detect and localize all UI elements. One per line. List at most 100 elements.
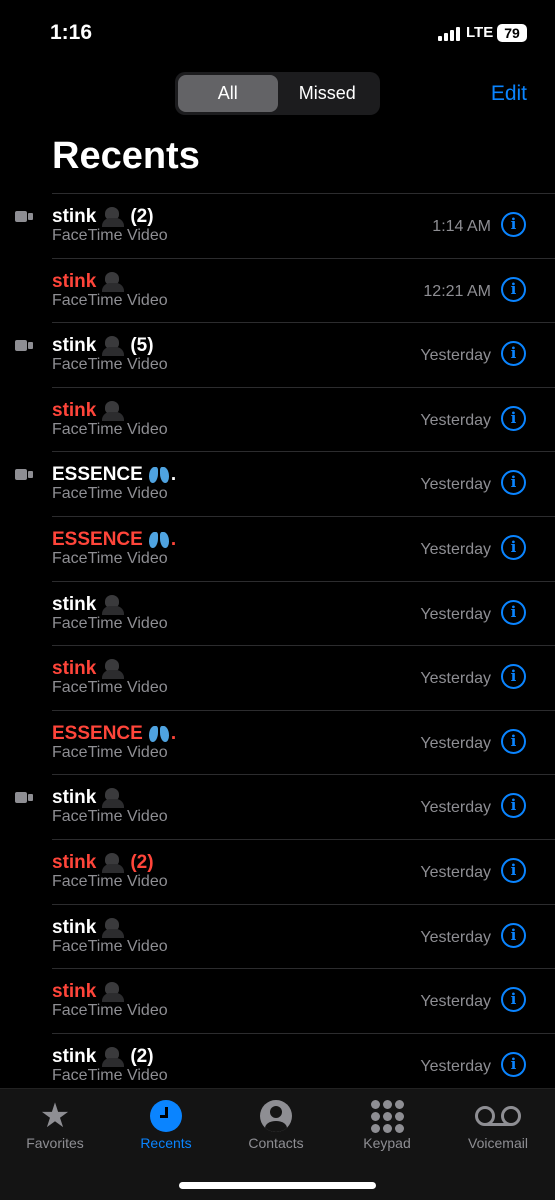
- info-icon[interactable]: i: [501, 793, 526, 819]
- call-time: Yesterday: [420, 670, 491, 688]
- call-row[interactable]: ESSENCE. FaceTime Video Yesterday i: [15, 451, 555, 516]
- call-type: FaceTime Video: [52, 227, 168, 244]
- edit-button[interactable]: Edit: [491, 82, 527, 106]
- star-icon: ★: [39, 1097, 71, 1135]
- call-time: Yesterday: [420, 540, 491, 558]
- call-row[interactable]: stink FaceTime Video Yesterday i: [52, 968, 555, 1033]
- call-time: Yesterday: [420, 799, 491, 817]
- name-suffix: .: [170, 722, 177, 744]
- tab-label: Recents: [140, 1135, 192, 1151]
- call-time: 12:21 AM: [423, 282, 491, 300]
- call-row[interactable]: stink (2) FaceTime Video Yesterday i: [52, 838, 555, 904]
- call-time: Yesterday: [420, 1057, 491, 1075]
- call-type: FaceTime Video: [52, 872, 168, 890]
- caller-name: stink (2): [52, 852, 154, 874]
- ninja-emoji-icon: [102, 594, 125, 615]
- signal-icon: [438, 27, 460, 41]
- tab-label: Contacts: [248, 1135, 304, 1151]
- tab-recents[interactable]: Recents: [116, 1097, 216, 1151]
- caller-name-text: stink: [52, 399, 97, 421]
- call-time: Yesterday: [420, 993, 491, 1011]
- call-row[interactable]: stink FaceTime Video Yesterday i: [52, 580, 555, 646]
- info-icon[interactable]: i: [501, 212, 526, 237]
- caller-name: stink: [52, 399, 125, 422]
- tab-favorites[interactable]: ★ Favorites: [5, 1097, 105, 1151]
- page-title: Recents: [52, 135, 200, 177]
- info-icon[interactable]: i: [501, 599, 526, 625]
- ninja-emoji-icon: [102, 788, 125, 809]
- info-icon[interactable]: i: [501, 857, 526, 883]
- caller-name: stink: [52, 787, 125, 809]
- call-count: (2): [130, 206, 154, 227]
- caller-name-text: stink: [52, 851, 97, 873]
- name-suffix: .: [170, 464, 177, 486]
- caller-name-text: stink: [52, 787, 97, 809]
- call-type: FaceTime Video: [52, 937, 168, 955]
- caller-name: stink (5): [52, 335, 154, 357]
- caller-name-text: stink: [52, 658, 97, 680]
- network-label: LTE: [466, 24, 494, 41]
- info-icon[interactable]: i: [501, 987, 526, 1013]
- info-icon[interactable]: i: [501, 922, 526, 948]
- tab-contacts[interactable]: Contacts: [226, 1097, 326, 1151]
- info-icon[interactable]: i: [501, 534, 526, 560]
- call-time: Yesterday: [420, 928, 491, 946]
- info-icon[interactable]: i: [501, 341, 526, 367]
- call-type: FaceTime Video: [52, 549, 168, 567]
- caller-name-text: ESSENCE: [52, 464, 143, 486]
- call-row[interactable]: stink FaceTime Video Yesterday i: [52, 903, 555, 969]
- info-icon[interactable]: i: [501, 664, 526, 690]
- butterfly-emoji-icon: [148, 531, 169, 549]
- call-row[interactable]: ESSENCE. FaceTime Video Yesterday i: [52, 709, 555, 775]
- person-icon: [260, 1100, 292, 1132]
- status-bar: 1:16 LTE 79: [0, 0, 555, 60]
- call-row[interactable]: stink FaceTime Video Yesterday i: [52, 645, 555, 710]
- call-type: FaceTime Video: [52, 679, 168, 697]
- ninja-emoji-icon: [102, 400, 125, 421]
- call-type: FaceTime Video: [52, 614, 168, 632]
- segment-all[interactable]: All: [178, 75, 278, 112]
- segment-missed[interactable]: Missed: [278, 75, 378, 112]
- outgoing-video-icon: [15, 469, 34, 481]
- tab-voicemail[interactable]: Voicemail: [448, 1097, 548, 1151]
- call-row[interactable]: stink FaceTime Video 12:21 AM i: [52, 257, 555, 323]
- call-type: FaceTime Video: [52, 291, 168, 309]
- call-count: (5): [130, 335, 154, 357]
- call-row[interactable]: stink FaceTime Video Yesterday i: [52, 386, 555, 452]
- voicemail-icon: [475, 1106, 521, 1126]
- clock: 1:16: [50, 21, 93, 44]
- tab-label: Keypad: [363, 1135, 411, 1151]
- tab-keypad[interactable]: Keypad: [337, 1097, 437, 1151]
- call-row[interactable]: ESSENCE. FaceTime Video Yesterday i: [52, 515, 555, 581]
- call-type: FaceTime Video: [52, 1066, 168, 1084]
- ninja-emoji-icon: [102, 271, 125, 292]
- caller-name: stink: [52, 981, 125, 1003]
- call-time: Yesterday: [420, 411, 491, 429]
- recents-list: stink (2) FaceTime Video 1:14 AM i stink FaceT…: [0, 193, 555, 1097]
- call-row[interactable]: stink (5) FaceTime Video Yesterday i: [15, 322, 555, 387]
- caller-name: stink (2): [52, 1046, 154, 1068]
- ninja-emoji-icon: [102, 852, 125, 873]
- info-icon[interactable]: i: [501, 405, 526, 431]
- caller-name-text: stink: [52, 270, 97, 292]
- info-icon[interactable]: i: [501, 276, 526, 302]
- call-time: Yesterday: [420, 734, 491, 752]
- info-icon[interactable]: i: [501, 470, 526, 496]
- info-icon[interactable]: i: [501, 728, 526, 754]
- ninja-emoji-icon: [102, 336, 125, 357]
- call-time: Yesterday: [420, 605, 491, 623]
- clock-icon: [150, 1100, 182, 1132]
- call-time: Yesterday: [420, 347, 491, 365]
- call-row[interactable]: stink FaceTime Video Yesterday i: [15, 774, 555, 839]
- call-count: (2): [130, 851, 154, 873]
- caller-name-text: stink: [52, 1045, 97, 1067]
- call-time: Yesterday: [420, 863, 491, 881]
- caller-name: ESSENCE.: [52, 464, 176, 486]
- caller-name-text: stink: [52, 335, 97, 357]
- caller-name-text: stink: [52, 593, 97, 615]
- ninja-emoji-icon: [102, 207, 125, 227]
- call-row[interactable]: stink (2) FaceTime Video 1:14 AM i: [15, 193, 555, 258]
- battery-icon: 79: [497, 24, 527, 42]
- info-icon[interactable]: i: [501, 1051, 526, 1077]
- home-indicator[interactable]: [179, 1182, 376, 1189]
